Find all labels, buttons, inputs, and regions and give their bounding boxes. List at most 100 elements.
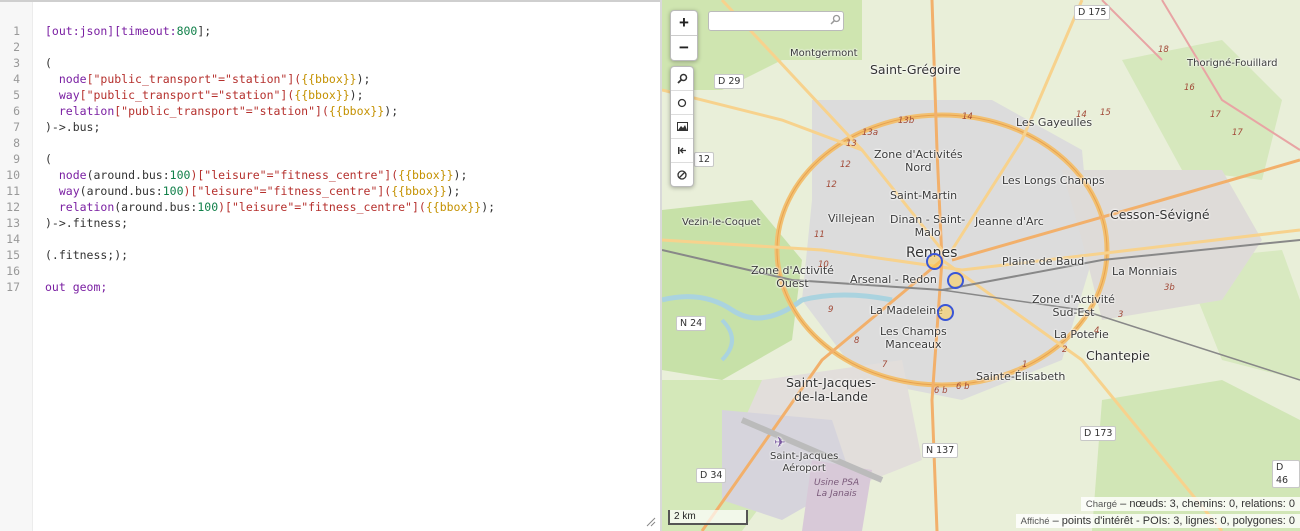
road-shield: D 34: [696, 468, 727, 483]
place-label: La Poterie: [1054, 328, 1109, 341]
code-line: (.fitness;);: [45, 247, 128, 263]
code-token: );: [481, 200, 496, 214]
road-shield: D 29: [714, 74, 745, 89]
displayed-text: points d'intérêt - POIs: 3, lignes: 0, p…: [1061, 515, 1295, 527]
code-token: ];: [197, 24, 212, 38]
no-entry-icon[interactable]: [671, 163, 693, 186]
junction-number: 12: [826, 180, 837, 190]
query-editor[interactable]: 1 2 3 4 5 6 7 8 9 10 11 12 13 14 15 16 1…: [0, 0, 660, 531]
loaded-status: Chargé – nœuds: 3, chemins: 0, relations…: [1080, 497, 1300, 511]
code-token: );: [446, 184, 461, 198]
map-search-input[interactable]: [708, 11, 844, 31]
code-token: (.fitness;);: [45, 248, 129, 262]
place-label: Villejean: [828, 212, 875, 225]
place-label: Zone d'Activités Nord: [874, 148, 963, 174]
junction-number: 7: [882, 360, 888, 370]
code-token: {{bbox}}: [425, 200, 482, 214]
place-label: Usine PSA La Janais: [814, 478, 860, 499]
zoom-in-button[interactable]: +: [671, 11, 697, 36]
code-token: geom;: [65, 280, 108, 294]
code-token: {{bbox}}: [391, 184, 447, 198]
loaded-label: Chargé: [1085, 499, 1118, 510]
code-token: );: [356, 72, 371, 86]
scale-bar: 2 km: [668, 510, 748, 525]
code-line: way(around.bus:100)["leisure"="fitness_c…: [45, 183, 461, 199]
code-token: )["leisure"="fitness_centre"](: [190, 168, 399, 182]
place-label: Arsenal - Redon: [850, 273, 937, 286]
place-label: Plaine de Baud: [1002, 255, 1085, 268]
code-token: (around.bus:: [79, 184, 163, 198]
line-number: 13: [6, 216, 20, 230]
code-token: ["public_transport"="station"](: [79, 88, 295, 102]
code-line: node(around.bus:100)["leisure"="fitness_…: [45, 167, 468, 183]
code-line: relation["public_transport"="station"]({…: [45, 103, 398, 119]
junction-number: 15: [1100, 108, 1111, 118]
junction-number: 18: [1158, 45, 1169, 55]
junction-number: 16: [1184, 83, 1195, 93]
line-number: 7: [13, 120, 20, 134]
code-token: {{bbox}}: [301, 72, 357, 86]
place-label: Saint-Grégoire: [870, 62, 961, 77]
map-toolbar: [670, 66, 694, 187]
place-label: Saint-Jacques- de-la-Lande: [786, 375, 876, 405]
image-icon[interactable]: [671, 115, 693, 139]
place-label: Montgermont: [790, 48, 858, 59]
code-line: )->.bus;: [45, 119, 100, 135]
code-line: (: [45, 55, 52, 71]
code-token: )["leisure"="fitness_centre"](: [183, 184, 392, 198]
code-token: node: [58, 168, 87, 182]
map-view[interactable]: Montgermont Saint-Grégoire Thorigné-Foui…: [662, 0, 1300, 531]
code-token: {{bbox}}: [294, 88, 350, 102]
code-line: node["public_transport"="station"]({{bbo…: [45, 71, 371, 87]
poi-marker[interactable]: [937, 304, 954, 321]
code-token: out: [45, 280, 66, 294]
place-label: La Madeleine: [870, 304, 943, 317]
code-line: (: [45, 151, 52, 167]
place-label: Les Champs Manceaux: [880, 325, 947, 351]
place-label: Vezin-le-Coquet: [682, 217, 761, 228]
resize-handle-icon[interactable]: [646, 517, 656, 527]
zoom-out-button[interactable]: −: [671, 36, 697, 60]
code-token: (around.bus:: [86, 168, 170, 182]
place-label: Dinan - Saint- Malo: [890, 213, 966, 239]
road-shield: N 24: [676, 316, 707, 331]
code-token: 800: [176, 24, 198, 38]
code-token: );: [349, 88, 364, 102]
code-line: )->.fitness;: [45, 215, 128, 231]
code-line: [out:json][timeout:800];: [45, 23, 211, 39]
code-token: ["public_transport"="station"](: [86, 72, 302, 86]
junction-number: 6 b: [934, 386, 948, 396]
poi-marker[interactable]: [926, 253, 943, 270]
line-number: 6: [13, 104, 20, 118]
search-icon[interactable]: [671, 67, 693, 91]
code-token: relation: [58, 104, 115, 118]
code-token: (: [45, 56, 52, 70]
line-number: 14: [6, 232, 20, 246]
poi-marker[interactable]: [947, 272, 964, 289]
code-token: );: [453, 168, 468, 182]
line-number: 2: [13, 40, 20, 54]
code-token: ["public_transport"="station"](: [114, 104, 329, 118]
junction-number: 1: [1022, 360, 1028, 370]
place-label: Les Longs Champs: [1002, 174, 1105, 187]
junction-number: 13a: [862, 128, 879, 138]
junction-number: 9: [828, 305, 834, 315]
circle-icon[interactable]: [671, 91, 693, 115]
code-token: )->.fitness;: [45, 216, 129, 230]
code-token: (around.bus:: [114, 200, 198, 214]
first-icon[interactable]: [671, 139, 693, 163]
code-token: way: [58, 88, 80, 102]
code-token: )->.bus;: [45, 120, 101, 134]
line-number: 3: [13, 56, 20, 70]
place-label: Saint-Jacques Aéroport: [770, 451, 839, 474]
junction-number: 3: [1118, 310, 1124, 320]
line-number: 15: [6, 248, 20, 262]
code-token: )["leisure"="fitness_centre"](: [218, 200, 426, 214]
code-token: relation: [58, 200, 115, 214]
road-shield: 12: [694, 152, 715, 167]
place-label: La Monniais: [1112, 265, 1178, 278]
code-token: [out:json][timeout:: [45, 24, 177, 38]
junction-number: 13b: [898, 116, 915, 126]
search-icon[interactable]: [830, 14, 841, 25]
junction-number: 13: [846, 139, 857, 149]
